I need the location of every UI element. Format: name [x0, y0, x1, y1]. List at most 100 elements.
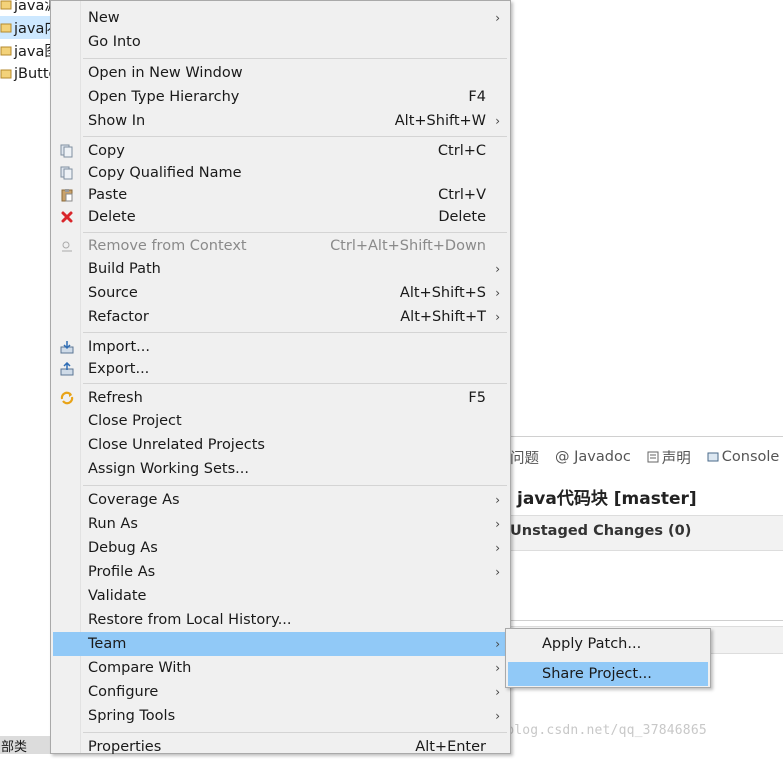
menu-item-refactor[interactable]: Refactor Alt+Shift+T › — [53, 305, 508, 329]
menu-item-compare-with[interactable]: Compare With › — [53, 656, 508, 680]
menu-item-source[interactable]: Source Alt+Shift+S › — [53, 281, 508, 305]
tab-problems-label: 问题 — [510, 450, 539, 467]
menu-item-label: Delete — [88, 209, 136, 225]
repository-title: java代码块 [master] — [517, 489, 697, 509]
view-tabs: 问题 @ Javadoc 声明 Console — [510, 444, 783, 470]
refresh-icon — [60, 391, 74, 405]
tab-javadoc-label: @ Javadoc — [555, 449, 631, 465]
tab-javadoc[interactable]: @ Javadoc — [555, 449, 639, 465]
menu-item-shortcut: Ctrl+V — [438, 187, 486, 203]
menu-item-label: Import... — [88, 339, 150, 355]
menu-item-export[interactable]: Export... — [53, 357, 508, 381]
context-menu: New › Go Into Open in New Window Open Ty… — [50, 0, 511, 755]
menu-item-delete[interactable]: Delete Delete — [53, 205, 508, 229]
menu-item-label: Compare With — [88, 660, 192, 676]
menu-item-import[interactable]: Import... — [53, 335, 508, 359]
tree-item[interactable]: java图 — [0, 39, 52, 62]
menu-item-shortcut: Alt+Enter — [415, 739, 486, 755]
menu-item-label: Build Path — [88, 261, 161, 277]
submenu-arrow-icon: › — [495, 310, 500, 324]
menu-separator — [83, 332, 507, 333]
menu-separator — [83, 383, 507, 384]
menu-item-coverage-as[interactable]: Coverage As › — [53, 488, 508, 512]
menu-item-label: Refactor — [88, 309, 149, 325]
menu-item-show-in[interactable]: Show In Alt+Shift+W › — [53, 109, 508, 133]
menu-item-label: Close Project — [88, 413, 182, 429]
menu-item-shortcut: F4 — [468, 89, 486, 105]
copy-qualified-icon — [60, 166, 73, 180]
remove-context-icon — [62, 241, 72, 252]
menu-item-refresh[interactable]: Refresh F5 — [53, 386, 508, 410]
menu-item-shortcut: Delete — [438, 209, 486, 225]
menu-item-configure[interactable]: Configure › — [53, 680, 508, 704]
submenu-arrow-icon: › — [495, 685, 500, 699]
menu-item-label: Copy — [88, 143, 125, 159]
import-icon — [60, 341, 74, 354]
menu-item-validate[interactable]: Validate — [53, 584, 508, 608]
menu-item-label: Assign Working Sets... — [88, 461, 250, 477]
tab-declaration[interactable]: 声明 — [647, 447, 699, 468]
menu-item-build-path[interactable]: Build Path › — [53, 257, 508, 281]
unstaged-changes-header[interactable]: Unstaged Changes (0) — [510, 515, 783, 551]
menu-item-team[interactable]: Team › — [53, 632, 508, 656]
menu-separator — [83, 58, 507, 59]
menu-item-label: Source — [88, 285, 138, 301]
menu-item-label: Export... — [88, 361, 150, 377]
menu-item-label: Coverage As — [88, 492, 180, 508]
menu-item-label: Go Into — [88, 34, 141, 50]
submenu-arrow-icon: › — [495, 286, 500, 300]
menu-item-label: Remove from Context — [88, 238, 247, 254]
menu-item-label: New — [88, 10, 120, 26]
submenu-arrow-icon: › — [495, 11, 500, 25]
menu-separator — [83, 232, 507, 233]
menu-item-debug-as[interactable]: Debug As › — [53, 536, 508, 560]
divider — [510, 620, 783, 621]
menu-item-close-project[interactable]: Close Project — [53, 409, 508, 433]
menu-item-copy[interactable]: Copy Ctrl+C — [53, 139, 508, 163]
menu-item-properties[interactable]: Properties Alt+Enter — [53, 735, 508, 759]
tab-console[interactable]: Console — [707, 449, 783, 465]
menu-item-copy-qualified-name[interactable]: Copy Qualified Name — [53, 161, 508, 185]
menu-item-label: Profile As — [88, 564, 156, 580]
menu-item-label: Debug As — [88, 540, 158, 556]
tree-item-label: java图 — [14, 44, 52, 60]
tree-item[interactable]: java波… — [0, 0, 52, 16]
submenu-arrow-icon: › — [495, 709, 500, 723]
menu-item-spring-tools[interactable]: Spring Tools › — [53, 704, 508, 728]
submenu-arrow-icon: › — [495, 262, 500, 276]
menu-item-new[interactable]: New › — [53, 6, 508, 30]
menu-item-paste[interactable]: Paste Ctrl+V — [53, 183, 508, 207]
menu-item-label: Paste — [88, 187, 128, 203]
menu-item-restore-from-local-history[interactable]: Restore from Local History... — [53, 608, 508, 632]
menu-item-profile-as[interactable]: Profile As › — [53, 560, 508, 584]
submenu-item-apply-patch[interactable]: Apply Patch... — [508, 632, 708, 656]
menu-item-shortcut: Alt+Shift+T — [400, 309, 486, 325]
tree-item-label: java波… — [14, 0, 52, 14]
menu-item-label: Copy Qualified Name — [88, 165, 242, 181]
tree-item-selected[interactable]: java内 — [0, 16, 52, 39]
menu-item-go-into[interactable]: Go Into — [53, 30, 508, 54]
tab-problems[interactable]: 问题 — [510, 447, 547, 468]
menu-item-label: Refresh — [88, 390, 143, 406]
java-project-icon — [0, 23, 12, 32]
menu-item-open-in-new-window[interactable]: Open in New Window — [53, 61, 508, 85]
menu-item-label: Show In — [88, 113, 146, 129]
console-icon — [707, 452, 719, 462]
menu-item-label: Open Type Hierarchy — [88, 89, 240, 105]
submenu-arrow-icon: › — [495, 493, 500, 507]
submenu-arrow-icon: › — [495, 541, 500, 555]
export-icon — [60, 362, 74, 376]
menu-item-run-as[interactable]: Run As › — [53, 512, 508, 536]
tree-item[interactable]: jButto — [0, 62, 52, 85]
menu-separator — [83, 136, 507, 137]
copy-icon — [60, 144, 73, 158]
menu-item-label: Restore from Local History... — [88, 612, 292, 628]
menu-item-close-unrelated-projects[interactable]: Close Unrelated Projects — [53, 433, 508, 457]
menu-item-shortcut: F5 — [468, 390, 486, 406]
menu-item-assign-working-sets[interactable]: Assign Working Sets... — [53, 457, 508, 481]
menu-item-label: Team — [88, 636, 127, 652]
menu-item-remove-from-context: Remove from Context Ctrl+Alt+Shift+Down — [53, 234, 508, 258]
menu-item-label: Run As — [88, 516, 138, 532]
submenu-item-share-project[interactable]: Share Project... — [508, 662, 708, 686]
menu-item-open-type-hierarchy[interactable]: Open Type Hierarchy F4 — [53, 85, 508, 109]
